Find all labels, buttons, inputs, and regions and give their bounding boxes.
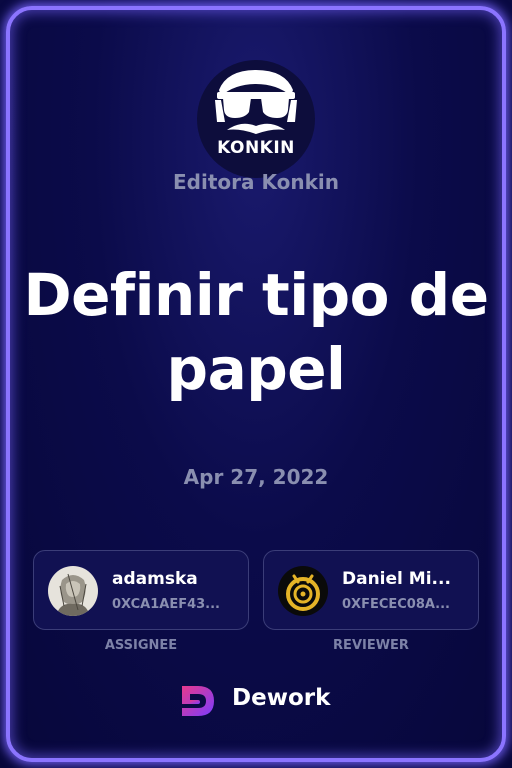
reviewer-address: 0XFECEC08A... (342, 597, 450, 612)
dework-brand[interactable]: Dework (178, 680, 338, 720)
assignee-address: 0XCA1AEF43... (112, 597, 220, 612)
sketch-portrait-avatar (48, 566, 98, 616)
reviewer-role-label: REVIEWER (333, 638, 409, 653)
assignee-role-label: ASSIGNEE (104, 638, 178, 653)
org-name: Editora Konkin (173, 170, 339, 194)
task-date: Apr 27, 2022 (183, 465, 329, 489)
assignee-avatar (48, 566, 98, 616)
logo-text: KONKIN (217, 138, 295, 158)
dework-logo-icon (182, 686, 214, 716)
sunglasses-mustache-face-icon (215, 70, 297, 134)
reviewer-avatar (278, 566, 328, 616)
task-title: Definir tipo de papel (23, 261, 489, 403)
golden-spiral-avatar (278, 566, 328, 616)
brand-name: Dework (232, 685, 331, 711)
org-logo: KONKIN (197, 60, 315, 178)
reviewer-name: Daniel Mi... (342, 569, 451, 589)
reviewer-card[interactable]: Daniel Mi... 0XFECEC08A... (263, 550, 479, 630)
assignee-card[interactable]: adamska 0XCA1AEF43... (33, 550, 249, 630)
task-card: KONKIN Editora Konkin Definir tipo de pa… (0, 0, 512, 768)
assignee-name: adamska (112, 569, 198, 589)
